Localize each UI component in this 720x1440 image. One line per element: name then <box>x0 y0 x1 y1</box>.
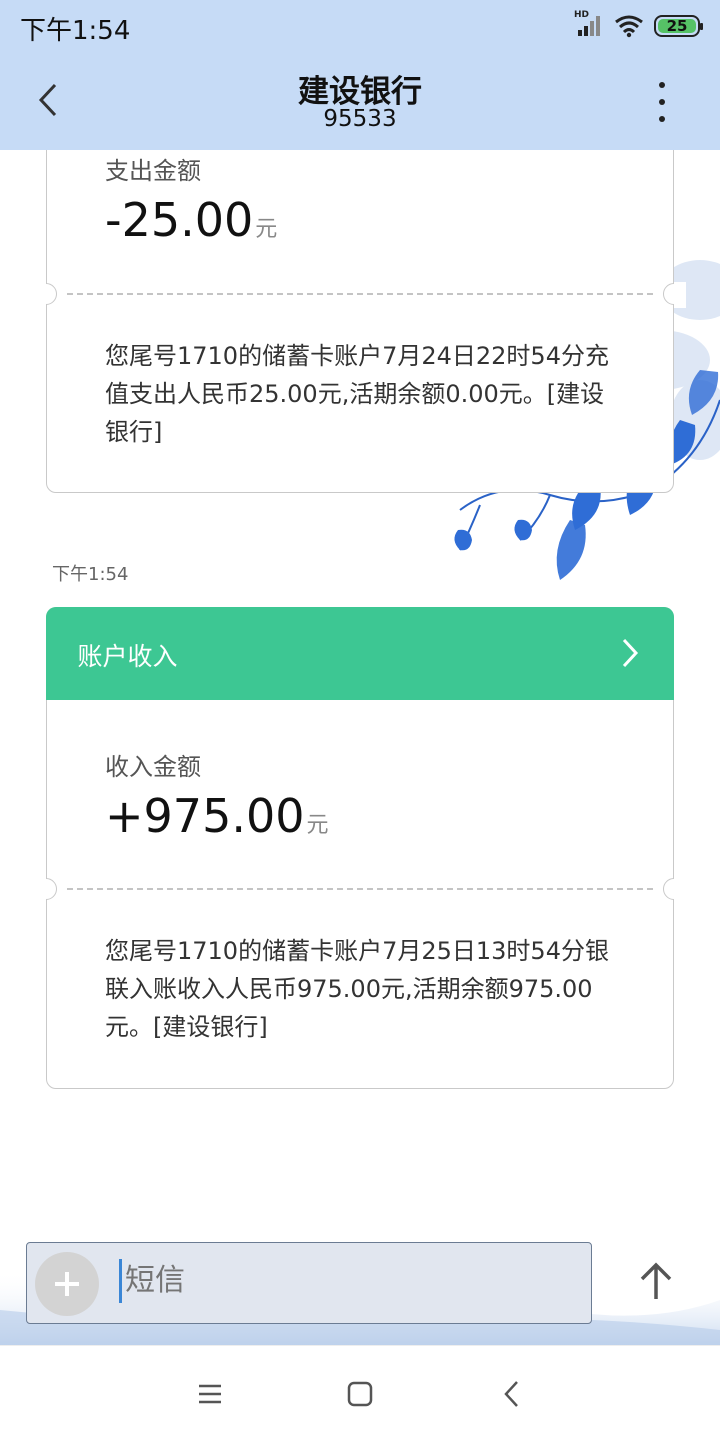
top-bar: 下午1:54 HD 25 建设银行 95533 <box>0 0 720 150</box>
amount-label: 收入金额 <box>105 753 201 781</box>
card-divider <box>67 888 653 890</box>
system-back-button[interactable] <box>492 1376 532 1412</box>
conversation-number: 95533 <box>323 106 397 132</box>
message-body: 您尾号1710的储蓄卡账户7月24日22时54分充值支出人民币25.00元,活期… <box>105 342 609 446</box>
back-icon <box>504 1381 518 1407</box>
home-icon <box>347 1381 373 1407</box>
recent-apps-button[interactable] <box>190 1376 230 1412</box>
message-input[interactable] <box>125 1263 525 1298</box>
chevron-right-icon <box>622 638 638 667</box>
card-notch-right <box>663 877 686 903</box>
battery-level: 25 <box>666 17 688 35</box>
card-notch-left <box>34 877 57 903</box>
amount-value: -25.00元 <box>105 193 277 247</box>
transaction-card-income[interactable]: 账户收入 收入金额 +975.00元 您尾号1710的储蓄卡账户7月25日13时… <box>34 606 686 1089</box>
amount-number: +975.00 <box>105 789 305 843</box>
card-notch-left <box>34 282 57 308</box>
card-header-title: 账户收入 <box>77 641 178 671</box>
send-arrow-icon <box>640 1262 672 1299</box>
home-button[interactable] <box>340 1376 380 1412</box>
amount-unit: 元 <box>255 217 278 242</box>
status-bar: 下午1:54 HD 25 <box>0 0 720 52</box>
card-divider <box>67 293 653 295</box>
wifi-icon <box>614 14 644 38</box>
text-cursor <box>119 1259 122 1303</box>
status-time: 下午1:54 <box>20 16 131 46</box>
add-attachment-button[interactable] <box>35 1252 99 1316</box>
amount-unit: 元 <box>306 813 329 838</box>
network-type-label: HD <box>574 10 590 20</box>
signal-icon: HD <box>574 10 604 38</box>
navigation-bar <box>0 1345 720 1440</box>
message-timestamp: 下午1:54 <box>52 564 129 585</box>
card-header[interactable]: 账户收入 <box>45 606 674 700</box>
menu-icon <box>199 1384 221 1404</box>
more-options-button[interactable] <box>648 82 676 122</box>
card-notch-right <box>663 282 686 308</box>
status-icons: HD 25 <box>574 10 703 40</box>
amount-value: +975.00元 <box>105 789 329 843</box>
send-button[interactable] <box>632 1256 680 1306</box>
transaction-card-expense[interactable]: 支出金额 -25.00元 您尾号1710的储蓄卡账户7月24日22时54分充值支… <box>34 130 686 493</box>
more-vertical-icon <box>659 82 665 88</box>
plus-icon <box>55 1272 79 1296</box>
message-composer <box>26 1242 592 1324</box>
amount-label: 支出金额 <box>105 157 201 185</box>
message-body: 您尾号1710的储蓄卡账户7月25日13时54分银联入账收入人民币975.00元… <box>105 937 609 1041</box>
conversation-title: 建设银行 <box>298 74 422 110</box>
amount-number: -25.00 <box>105 193 254 247</box>
battery-icon: 25 <box>654 15 703 37</box>
